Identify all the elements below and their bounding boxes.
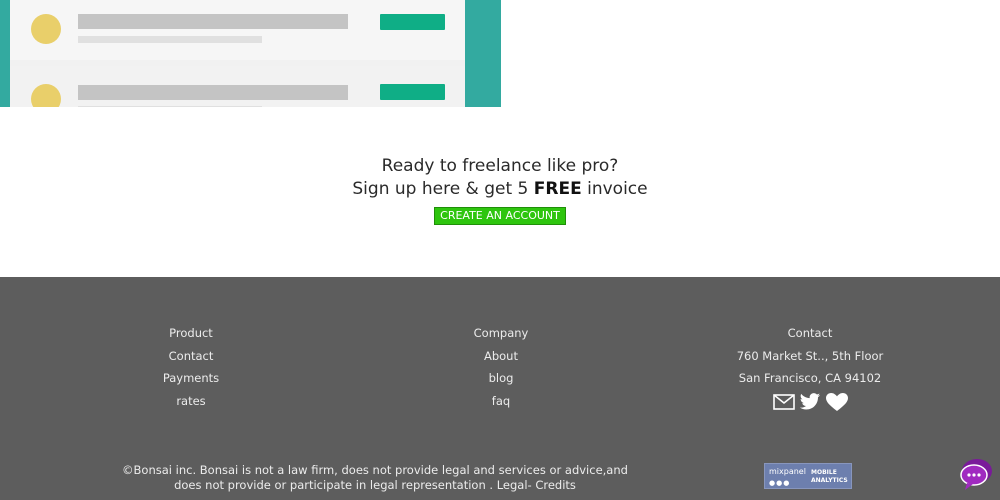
cta-subheadline-prefix: Sign up here & get 5: [352, 179, 534, 199]
create-account-button[interactable]: CREATE AN ACCOUNT: [434, 207, 566, 225]
footer-link-payments[interactable]: Payments: [163, 371, 219, 385]
heart-icon[interactable]: [825, 392, 848, 412]
illustration-row: [10, 0, 465, 60]
illustration-title-bar: [78, 14, 348, 29]
footer-column-product: Product Contact Payments rates: [71, 326, 311, 416]
illustration-title-bar: [78, 85, 348, 100]
illustration-subtitle-bar: [78, 106, 262, 107]
footer-heading-contact: Contact: [787, 326, 833, 340]
chat-bubble-icon[interactable]: [958, 456, 994, 492]
illustration-row: [10, 66, 465, 107]
illustration-subtitle-bar: [78, 36, 262, 43]
mixpanel-dots-icon: ●●●: [769, 479, 791, 487]
footer-address-street: 760 Market St.., 5th Floor: [736, 348, 884, 363]
copyright-notice: ©Bonsai inc. Bonsai is not a law firm, d…: [100, 463, 650, 493]
illustration-avatar: [31, 14, 61, 44]
footer-column-company: Company About blog faq: [381, 326, 621, 416]
illustration-avatar: [31, 84, 61, 107]
footer-link-contact[interactable]: Contact: [169, 349, 214, 363]
footer-link-faq[interactable]: faq: [492, 394, 510, 408]
footer-heading-company[interactable]: Company: [474, 326, 529, 340]
mixpanel-badge-name: mixpanel: [769, 467, 806, 476]
mail-icon[interactable]: [773, 392, 795, 412]
social-links: [690, 392, 930, 415]
signup-cta: Ready to freelance like pro? Sign up her…: [0, 155, 1000, 225]
cta-subheadline-suffix: invoice: [581, 179, 648, 199]
site-footer: Product Contact Payments rates Company A…: [0, 277, 1000, 500]
illustration-button: [380, 14, 445, 30]
footer-column-contact: Contact 760 Market St.., 5th Floor San F…: [690, 326, 930, 414]
mixpanel-badge-sub2: ANALYTICS: [811, 477, 848, 484]
cta-free-emphasis: FREE: [533, 179, 582, 199]
footer-link-about[interactable]: About: [484, 349, 518, 363]
illustration-button: [380, 84, 445, 100]
illustration-panel: [10, 0, 465, 107]
cta-subheadline: Sign up here & get 5 FREE invoice: [0, 178, 1000, 201]
mixpanel-badge[interactable]: mixpanel MOBILE ANALYTICS ●●●: [764, 463, 852, 489]
footer-link-blog[interactable]: blog: [489, 371, 514, 385]
footer-heading-product[interactable]: Product: [169, 326, 213, 340]
twitter-icon[interactable]: [799, 392, 821, 412]
footer-link-rates[interactable]: rates: [176, 394, 205, 408]
app-preview-illustration: [0, 0, 501, 107]
mixpanel-badge-sub1: MOBILE: [811, 469, 837, 476]
footer-address-city: San Francisco, CA 94102: [738, 371, 882, 385]
copyright-line-1: ©Bonsai inc. Bonsai is not a law firm, d…: [122, 463, 628, 477]
cta-headline: Ready to freelance like pro?: [381, 156, 619, 176]
mixpanel-badge-subtitle: MOBILE ANALYTICS: [811, 469, 848, 485]
copyright-line-2: does not provide or participate in legal…: [174, 478, 576, 492]
